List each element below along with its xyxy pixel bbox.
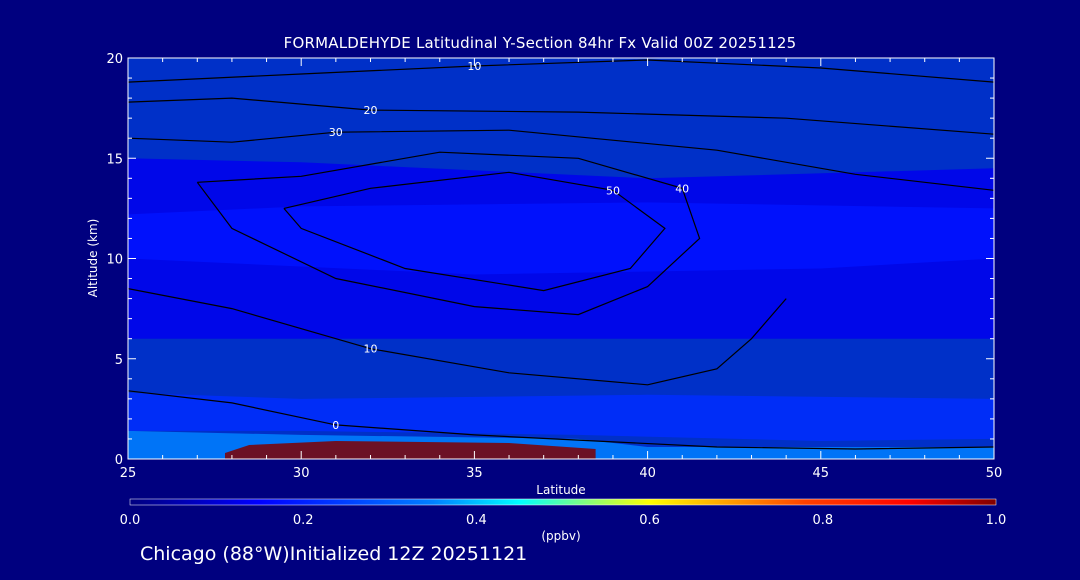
colorbar — [129, 498, 997, 506]
chart-stage: FORMALDEHYDE Latitudinal Y-Section 84hr … — [0, 0, 1080, 576]
contour-label: 40 — [675, 182, 689, 195]
chart-title: FORMALDEHYDE Latitudinal Y-Section 84hr … — [283, 34, 797, 52]
y-tick-label: 15 — [106, 152, 123, 167]
colorbar-tick-label: 0.2 — [293, 513, 314, 528]
chart-svg: 1020304050100 25 30 35 40 45 5005101520 0.0 0.… — [86, 52, 1007, 543]
colorbar-tick-label: 0.6 — [639, 513, 660, 528]
colorbar-tick-label: 0.8 — [812, 513, 833, 528]
x-tick-label: 30 — [293, 466, 310, 481]
contour-label: 10 — [364, 343, 378, 356]
colorbar-tick-label: 0.0 — [120, 513, 141, 528]
colorbar-ticks: 0.0 0.2 0.4 0.6 0.8 1.0 — [120, 513, 1007, 528]
fill-jet-core — [128, 202, 994, 275]
y-tick-label: 10 — [106, 253, 123, 268]
colorbar-tick-label: 0.4 — [466, 513, 487, 528]
x-tick-label: 40 — [639, 466, 656, 481]
filled-regions — [128, 158, 994, 459]
x-tick-label: 50 — [986, 466, 1003, 481]
x-tick-label: 35 — [466, 466, 483, 481]
contour-label: 50 — [606, 184, 620, 197]
colorbar-label: (ppbv) — [541, 529, 580, 543]
colorbar-tick-label: 1.0 — [986, 513, 1007, 528]
x-axis-label: Latitude — [536, 483, 585, 497]
contour-label: 30 — [329, 126, 343, 139]
y-tick-label: 20 — [106, 52, 123, 67]
contour-label: 0 — [332, 419, 339, 432]
y-tick-label: 0 — [115, 453, 123, 468]
x-tick-label: 25 — [120, 466, 137, 481]
x-tick-label: 45 — [813, 466, 830, 481]
contour-label: 20 — [364, 104, 378, 117]
footer-text: Chicago (88°W)Initialized 12Z 20251121 — [140, 543, 528, 565]
y-tick-label: 5 — [115, 353, 123, 368]
y-axis-label: Altitude (km) — [86, 219, 100, 298]
